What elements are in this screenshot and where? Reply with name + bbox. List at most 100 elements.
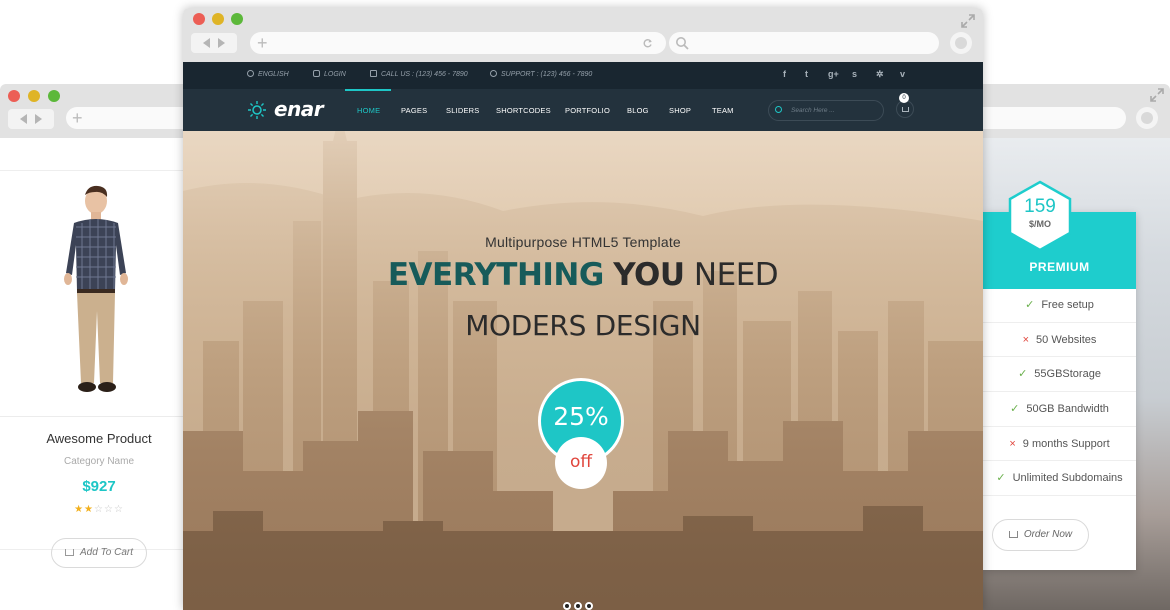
cross-icon: × bbox=[1009, 437, 1016, 450]
feature-item: × 9 months Support bbox=[983, 427, 1136, 462]
slider-dot-active[interactable] bbox=[574, 602, 582, 610]
nav-item-sliders[interactable]: SLIDERS bbox=[446, 106, 480, 115]
add-to-cart-button[interactable]: Add To Cart bbox=[51, 538, 147, 568]
gear-icon[interactable]: ✲ bbox=[876, 69, 884, 80]
nav-item-team[interactable]: TEAM bbox=[712, 106, 734, 115]
reload-icon[interactable] bbox=[643, 38, 653, 48]
main-navigation: enar HOME PAGES SLIDERS SHORTCODES PORTF… bbox=[183, 89, 983, 131]
hero-title-part2: YOU bbox=[613, 257, 685, 293]
cart-icon bbox=[65, 549, 74, 556]
login-link[interactable]: LOGIN bbox=[313, 70, 346, 78]
product-price: $927 bbox=[82, 478, 116, 495]
minimize-window-button[interactable] bbox=[28, 90, 40, 102]
discount-percent: 25% bbox=[553, 402, 609, 431]
close-window-button[interactable] bbox=[193, 13, 205, 25]
language-selector[interactable]: ENGLISH bbox=[247, 70, 289, 78]
product-card: Awesome Product Category Name $927 ★★☆☆☆… bbox=[0, 170, 198, 568]
expand-icon[interactable] bbox=[961, 14, 975, 28]
call-label: CALL US : (123) 456 - 7890 bbox=[381, 71, 468, 78]
profile-button[interactable] bbox=[1136, 107, 1158, 129]
key-icon bbox=[313, 70, 320, 77]
feature-label: Free setup bbox=[1041, 299, 1094, 311]
check-icon: ✓ bbox=[996, 472, 1006, 485]
active-indicator bbox=[345, 89, 391, 91]
plan-features-list: ✓ Free setup × 50 Websites ✓ 55GBStorage ✓ 5… bbox=[983, 288, 1136, 497]
feature-label: Unlimited Subdomains bbox=[1012, 472, 1123, 485]
slider-dot[interactable] bbox=[585, 602, 593, 610]
hero-subtitle: Multipurpose HTML5 Template bbox=[485, 234, 681, 250]
search-placeholder: Search Here ... bbox=[791, 107, 835, 114]
star-empty-icon: ☆ bbox=[113, 504, 124, 515]
nav-item-shop[interactable]: SHOP bbox=[669, 106, 691, 115]
check-icon: ✓ bbox=[1025, 299, 1035, 311]
cart-icon bbox=[902, 107, 909, 112]
hero-title-line2: MODERS DESIGN bbox=[465, 309, 701, 342]
slider-dot[interactable] bbox=[563, 602, 571, 610]
twitter-icon[interactable]: t bbox=[805, 69, 808, 79]
forward-arrow-icon[interactable] bbox=[218, 38, 225, 48]
cart-icon bbox=[1008, 531, 1018, 538]
maximize-window-button[interactable] bbox=[48, 90, 60, 102]
profile-button[interactable] bbox=[950, 32, 972, 54]
order-now-label: Order Now bbox=[1023, 529, 1073, 540]
facebook-icon[interactable]: f bbox=[783, 69, 786, 79]
product-category[interactable]: Category Name bbox=[0, 456, 198, 467]
feature-item: × 50 Websites bbox=[983, 323, 1136, 358]
back-arrow-icon[interactable] bbox=[203, 38, 210, 48]
chat-icon bbox=[490, 70, 497, 77]
feature-label: 50 Websites bbox=[1036, 333, 1097, 346]
plan-price-unit: $/MO bbox=[1028, 219, 1051, 229]
forward-arrow-icon[interactable] bbox=[35, 114, 42, 124]
new-tab-plus-icon[interactable]: + bbox=[257, 34, 268, 52]
hero-slider: Multipurpose HTML5 Template EVERYTHING Y… bbox=[183, 131, 983, 610]
browser-chrome: + bbox=[183, 8, 983, 62]
star-empty-icon: ☆ bbox=[94, 504, 104, 515]
nav-item-blog[interactable]: BLOG bbox=[627, 106, 649, 115]
expand-icon[interactable] bbox=[1150, 88, 1164, 102]
logo-sun-icon bbox=[248, 101, 266, 119]
star-filled-icon: ★ bbox=[74, 504, 85, 515]
plan-price: 159 bbox=[1024, 196, 1056, 217]
back-arrow-icon[interactable] bbox=[20, 114, 27, 124]
front-browser-window: + ENGLISH LOGIN CALL US : (123) 456 - 78… bbox=[183, 8, 983, 610]
order-now-button[interactable]: Order Now bbox=[992, 519, 1089, 551]
city-skyline-image bbox=[183, 131, 983, 610]
support-label: SUPPORT : (123) 456 - 7890 bbox=[501, 71, 593, 78]
new-tab-plus-icon[interactable]: + bbox=[72, 109, 83, 127]
cross-icon: × bbox=[1022, 333, 1030, 346]
history-nav bbox=[8, 109, 54, 129]
product-image[interactable] bbox=[40, 183, 150, 411]
product-rating: ★★☆☆☆ bbox=[0, 504, 198, 515]
nav-item-home[interactable]: HOME bbox=[357, 106, 380, 115]
feature-item: ✓ 50GB Bandwidth bbox=[983, 392, 1136, 427]
phone-icon bbox=[370, 70, 377, 77]
maximize-window-button[interactable] bbox=[231, 13, 243, 25]
product-name[interactable]: Awesome Product bbox=[0, 431, 198, 446]
site-search-input[interactable]: Search Here ... bbox=[768, 100, 884, 121]
site-topbar: ENGLISH LOGIN CALL US : (123) 456 - 7890… bbox=[183, 62, 983, 89]
address-bar[interactable]: + bbox=[250, 32, 666, 54]
history-nav bbox=[191, 33, 237, 53]
site-logo[interactable]: enar bbox=[274, 97, 324, 121]
globe-icon bbox=[247, 70, 254, 77]
cart-count-badge: 0 bbox=[899, 93, 909, 103]
google-plus-icon[interactable]: g+ bbox=[828, 69, 839, 79]
feature-label: 50GB Bandwidth bbox=[1026, 403, 1109, 416]
plan-name: PREMIUM bbox=[1029, 260, 1090, 274]
minimize-window-button[interactable] bbox=[212, 13, 224, 25]
divider bbox=[0, 416, 198, 417]
support-info: SUPPORT : (123) 456 - 7890 bbox=[490, 70, 592, 78]
close-window-button[interactable] bbox=[8, 90, 20, 102]
vimeo-icon[interactable]: v bbox=[900, 69, 905, 79]
nav-item-pages[interactable]: PAGES bbox=[401, 106, 427, 115]
search-bar[interactable] bbox=[669, 32, 939, 54]
check-icon: ✓ bbox=[1018, 368, 1028, 381]
hero-title: EVERYTHING YOU NEED bbox=[183, 257, 983, 293]
login-label: LOGIN bbox=[324, 71, 346, 78]
nav-item-portfolio[interactable]: PORTFOLIO bbox=[565, 106, 610, 115]
feature-item: ✓ 55GBStorage bbox=[983, 357, 1136, 393]
nav-item-shortcodes[interactable]: SHORTCODES bbox=[496, 106, 551, 115]
skype-icon[interactable]: s bbox=[852, 69, 857, 79]
add-to-cart-label: Add To Cart bbox=[80, 547, 133, 558]
star-empty-icon: ☆ bbox=[103, 504, 114, 515]
